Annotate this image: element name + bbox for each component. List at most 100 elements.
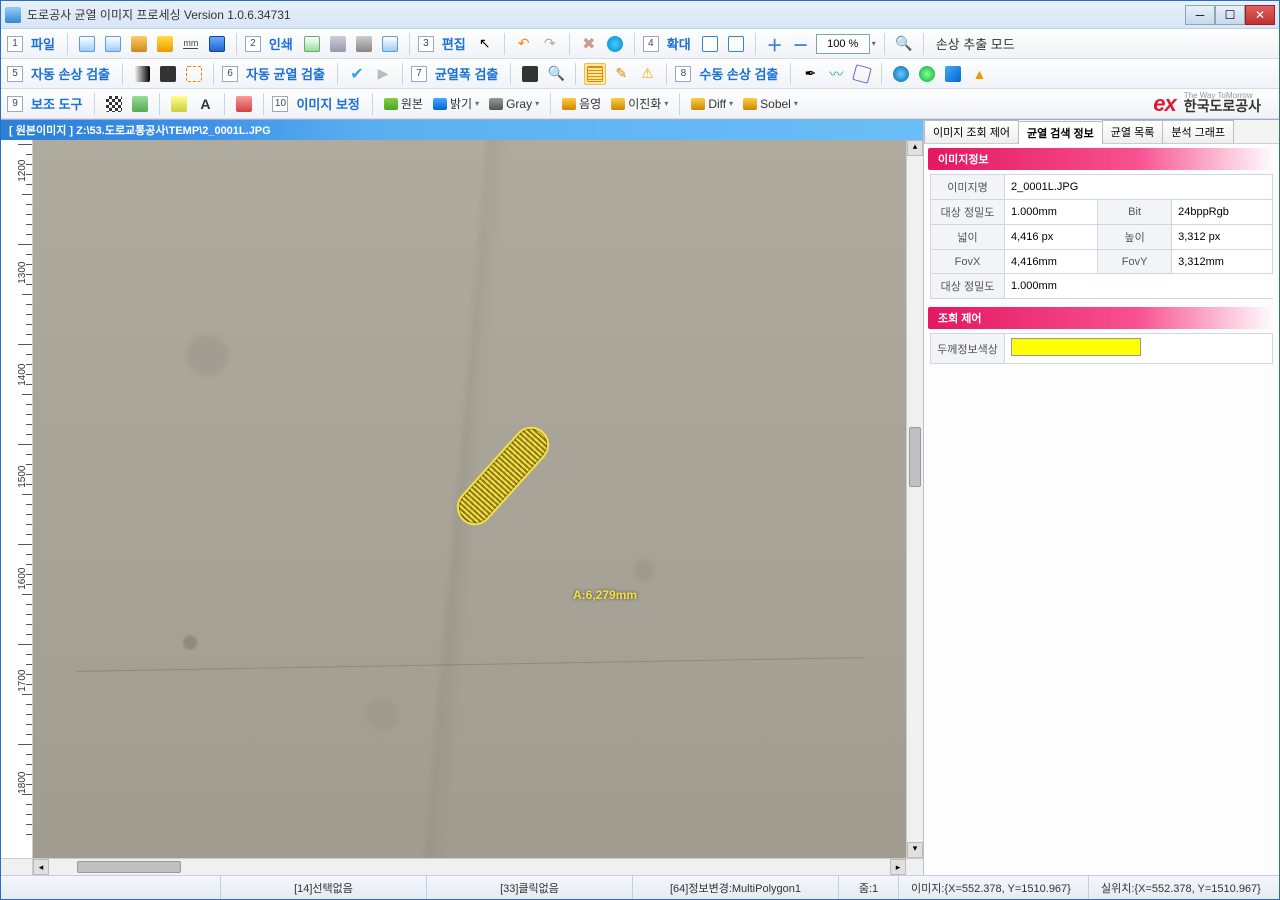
menu-auto-damage[interactable]: 자동 손상 검출	[27, 62, 114, 85]
lbl-thickness-color: 두께정보색상	[931, 334, 1005, 364]
open-box-icon[interactable]	[128, 33, 150, 55]
minimize-button[interactable]: ─	[1185, 5, 1215, 25]
undo-icon[interactable]: ↶	[513, 33, 535, 55]
scroll-down-icon[interactable]: ▾	[907, 842, 923, 858]
grid-highlight-icon[interactable]	[584, 63, 606, 85]
status-selection: [14]선택없음	[221, 876, 427, 899]
diff-dropdown[interactable]: Diff▾	[688, 97, 736, 111]
val-width: 4,416 px	[1005, 225, 1098, 250]
doc-refresh-icon[interactable]	[102, 33, 124, 55]
scroll-up-icon[interactable]: ▴	[907, 140, 923, 156]
app-window: 도로공사 균열 이미지 프로세싱 Version 1.0.6.34731 ─ ☐…	[0, 0, 1280, 900]
flame-icon[interactable]: ▲	[968, 63, 990, 85]
fit-screen-icon[interactable]	[699, 33, 721, 55]
hscroll-thumb[interactable]	[77, 861, 182, 873]
maximize-button[interactable]: ☐	[1215, 5, 1245, 25]
menu-num-10: 10	[272, 96, 288, 112]
tab-crack-search[interactable]: 균열 검색 정보	[1018, 121, 1103, 144]
wave-icon[interactable]: 〰	[825, 63, 847, 85]
magnifier-icon[interactable]: 🔍	[893, 33, 915, 55]
save-icon[interactable]	[206, 33, 228, 55]
play-icon[interactable]: ▶	[372, 63, 394, 85]
print-doc-icon[interactable]	[301, 33, 323, 55]
check-icon[interactable]: ✔	[346, 63, 368, 85]
vscroll-thumb[interactable]	[909, 427, 921, 487]
close-button[interactable]: ✕	[1245, 5, 1275, 25]
vertical-scrollbar[interactable]: ▴ ▾	[906, 140, 923, 858]
refresh-icon[interactable]	[604, 33, 626, 55]
black-square-icon[interactable]	[157, 63, 179, 85]
binary-dropdown[interactable]: 이진화▾	[608, 95, 671, 112]
lbl-imgname: 이미지명	[931, 175, 1005, 200]
grid-select-icon[interactable]	[183, 63, 205, 85]
grid-dots-icon[interactable]	[103, 93, 125, 115]
image-title-bar: [ 원본이미지 ] Z:\53.도로교통공사\TEMP\2_0001L.JPG	[1, 120, 923, 140]
print-preview-icon[interactable]	[327, 33, 349, 55]
company-logo: 한국도로공사	[1184, 96, 1261, 116]
redo-icon[interactable]: ↷	[539, 33, 561, 55]
measure-icon[interactable]	[519, 63, 541, 85]
image-info-header: 이미지정보	[928, 148, 1275, 170]
fit-width-icon[interactable]	[725, 33, 747, 55]
titlebar: 도로공사 균열 이미지 프로세싱 Version 1.0.6.34731 ─ ☐…	[1, 1, 1279, 29]
val-imgname: 2_0001L.JPG	[1005, 175, 1273, 200]
app-icon	[5, 7, 21, 23]
annotation-label: A:6,279mm	[573, 588, 637, 602]
val-thickness-color[interactable]	[1005, 334, 1273, 364]
status-info: [64]정보변경:MultiPolygon1	[633, 876, 839, 899]
cube-icon[interactable]	[942, 63, 964, 85]
tab-crack-list[interactable]: 균열 목록	[1102, 120, 1164, 143]
menu-aux-tools[interactable]: 보조 도구	[27, 92, 86, 115]
mm-icon[interactable]: mm	[180, 33, 202, 55]
pen-icon[interactable]: ✒	[799, 63, 821, 85]
polygon-icon[interactable]	[851, 63, 873, 85]
new-doc-icon[interactable]	[76, 33, 98, 55]
menu-num-1: 1	[7, 36, 23, 52]
image-pane: [ 원본이미지 ] Z:\53.도로교통공사\TEMP\2_0001L.JPG …	[1, 120, 923, 875]
menu-file[interactable]: 파일	[27, 32, 59, 55]
help-icon[interactable]	[916, 63, 938, 85]
scroll-left-icon[interactable]: ◂	[33, 859, 49, 875]
horizontal-scrollbar[interactable]: ◂ ▸	[33, 859, 906, 875]
toolbar-row-3: 9 보조 도구 A 10 이미지 보정 원본 밝기▾ Gray▾ 음영 이진화▾…	[1, 89, 1279, 119]
menu-image-correction[interactable]: 이미지 보정	[292, 92, 363, 115]
delete-icon[interactable]: ✖	[578, 33, 600, 55]
folder-open-icon[interactable]	[154, 33, 176, 55]
damage-mode-label[interactable]: 손상 추출 모드	[932, 32, 1019, 55]
gray-dropdown[interactable]: Gray▾	[486, 97, 542, 111]
menu-crack-width[interactable]: 균열폭 검출	[431, 62, 502, 85]
zoom-input[interactable]	[816, 34, 870, 54]
tools-icon[interactable]	[353, 33, 375, 55]
status-grip	[1, 876, 221, 899]
annotation-patch[interactable]: A:6,279mm	[443, 458, 563, 494]
image-canvas[interactable]: A:6,279mm	[33, 140, 906, 858]
shadow-button[interactable]: 음영	[559, 95, 604, 112]
warning-icon[interactable]: ⚠	[636, 63, 658, 85]
menu-manual-damage[interactable]: 수동 손상 검출	[695, 62, 782, 85]
chart-icon[interactable]	[233, 93, 255, 115]
export-icon[interactable]	[129, 93, 151, 115]
tab-analysis-graph[interactable]: 분석 그래프	[1162, 120, 1234, 143]
zoom-out-icon[interactable]: －	[790, 33, 812, 55]
ruler-icon[interactable]	[168, 93, 190, 115]
zoom-in-icon[interactable]: ＋	[764, 33, 786, 55]
original-button[interactable]: 원본	[381, 95, 426, 112]
scroll-right-icon[interactable]: ▸	[890, 859, 906, 875]
text-icon[interactable]: A	[194, 93, 216, 115]
tab-image-view[interactable]: 이미지 조회 제어	[924, 120, 1019, 143]
menu-edit[interactable]: 편집	[438, 32, 470, 55]
menu-zoom[interactable]: 확대	[663, 32, 695, 55]
pencil-icon[interactable]: ✎	[610, 63, 632, 85]
cursor-icon[interactable]: ↖	[474, 33, 496, 55]
gradient-icon[interactable]	[131, 63, 153, 85]
sobel-dropdown[interactable]: Sobel▾	[740, 97, 801, 111]
menu-print[interactable]: 인쇄	[265, 32, 297, 55]
globe-icon[interactable]	[890, 63, 912, 85]
val-precision2: 1.000mm	[1005, 274, 1273, 299]
color-swatch[interactable]	[1011, 338, 1141, 356]
zoom-region-icon[interactable]: 🔍	[545, 63, 567, 85]
menu-num-4: 4	[643, 36, 659, 52]
brightness-dropdown[interactable]: 밝기▾	[430, 95, 482, 112]
menu-auto-crack[interactable]: 자동 균열 검출	[242, 62, 329, 85]
calendar-icon[interactable]	[379, 33, 401, 55]
